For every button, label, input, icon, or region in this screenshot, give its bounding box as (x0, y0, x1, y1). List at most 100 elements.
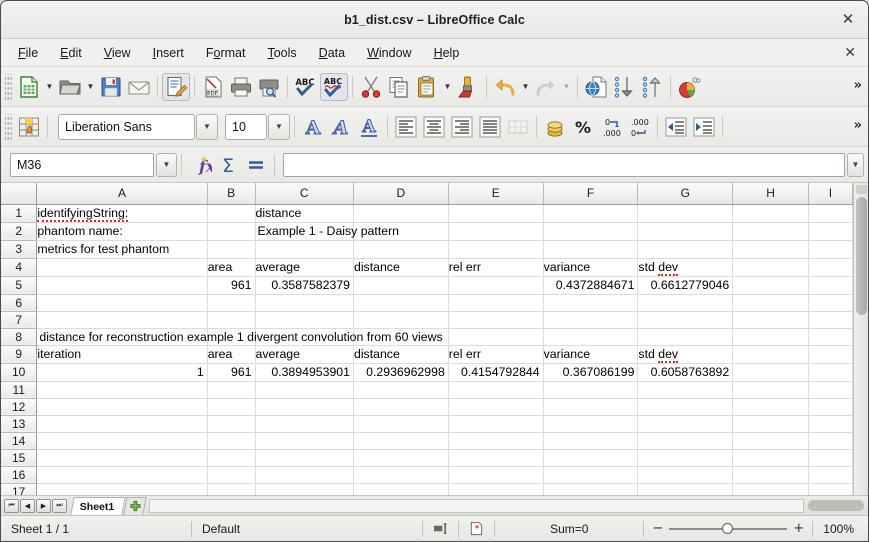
sum-button[interactable]: Σ (214, 152, 242, 178)
font-size-input[interactable]: 10 (225, 113, 267, 140)
row-header-14[interactable]: 14 (1, 432, 38, 450)
sheet-tab-sheet1[interactable]: Sheet1 (70, 496, 127, 515)
page-style-status[interactable]: Default (192, 516, 422, 542)
cell-E1[interactable] (448, 204, 544, 223)
cell-I11[interactable] (808, 381, 853, 399)
menu-data[interactable]: Data (308, 43, 356, 63)
cell-C10[interactable]: 0.3894953901 (255, 363, 354, 382)
cell-I6[interactable] (808, 294, 853, 312)
toolbar-grip[interactable] (5, 73, 12, 100)
row-header-6[interactable]: 6 (1, 294, 38, 312)
row-header-2[interactable]: 2 (1, 222, 38, 241)
column-header-b[interactable]: B (207, 183, 256, 205)
paste-button[interactable] (413, 73, 441, 101)
cell-H4[interactable] (732, 258, 809, 277)
format-percent-button[interactable]: % (569, 113, 597, 141)
undo-button[interactable] (491, 73, 519, 101)
delete-decimal-button[interactable]: .000 0 (625, 113, 653, 141)
cell-I1[interactable] (808, 204, 853, 223)
cell-C7[interactable] (255, 311, 354, 329)
cell-B13[interactable] (207, 415, 256, 433)
row-header-5[interactable]: 5 (1, 276, 38, 295)
cell-C13[interactable] (255, 415, 354, 433)
cell-G5[interactable]: 0.6612779046 (637, 276, 734, 295)
cell-I9[interactable] (808, 345, 853, 364)
cell-C4[interactable]: average (255, 258, 354, 277)
next-sheet-button[interactable]: ▶ (36, 498, 51, 513)
function-wizard-button[interactable]: fx (186, 152, 214, 178)
document-close-button[interactable]: ✕ (844, 45, 856, 61)
export-pdf-button[interactable]: PDF (199, 73, 227, 101)
cell-C9[interactable]: average (255, 345, 354, 364)
cell-E12[interactable] (448, 398, 544, 416)
cell-I4[interactable] (808, 258, 853, 277)
cell-B7[interactable] (207, 311, 256, 329)
row-header-12[interactable]: 12 (1, 398, 38, 416)
row-header-1[interactable]: 1 (1, 204, 38, 223)
cell-I3[interactable] (808, 240, 853, 259)
decrease-indent-button[interactable] (662, 113, 690, 141)
font-name-dropdown[interactable]: ▼ (196, 113, 218, 140)
paste-dropdown[interactable]: ▼ (441, 73, 454, 101)
cell-A15[interactable] (36, 449, 208, 467)
cell-E3[interactable] (448, 240, 544, 259)
cell-E11[interactable] (448, 381, 544, 399)
toolbar-grip[interactable] (5, 113, 12, 140)
cell-B1[interactable] (207, 204, 256, 223)
autospellcheck-button[interactable]: ABC (320, 72, 348, 101)
cell-D6[interactable] (353, 294, 449, 312)
cell-G4[interactable]: std dev (637, 258, 734, 277)
cell-F16[interactable] (543, 466, 639, 484)
cell-A14[interactable] (36, 432, 208, 450)
cell-I15[interactable] (808, 449, 853, 467)
cell-C1[interactable]: distance (255, 204, 354, 223)
cell-E7[interactable] (448, 311, 544, 329)
cell-C2[interactable]: Example 1 - Daisy pattern (255, 222, 399, 241)
cell-H8[interactable] (732, 328, 809, 346)
increase-indent-button[interactable] (690, 113, 718, 141)
clone-formatting-button[interactable] (454, 73, 482, 101)
insert-chart-button[interactable] (675, 73, 703, 101)
add-decimal-button[interactable]: 0 .000 (597, 113, 625, 141)
cell-F10[interactable]: 0.367086199 (543, 363, 639, 382)
row-header-7[interactable]: 7 (1, 311, 38, 329)
spelling-button[interactable]: ABC (292, 73, 320, 101)
print-preview-button[interactable] (255, 73, 283, 101)
cell-F12[interactable] (543, 398, 639, 416)
underline-button[interactable]: A (355, 113, 383, 141)
hyperlink-button[interactable] (582, 73, 610, 101)
undo-dropdown[interactable]: ▼ (519, 73, 532, 101)
cell-E15[interactable] (448, 449, 544, 467)
cell-A16[interactable] (36, 466, 208, 484)
cell-D10[interactable]: 0.2936962998 (353, 363, 449, 382)
cell-H6[interactable] (732, 294, 809, 312)
cell-F6[interactable] (543, 294, 639, 312)
cell-D4[interactable]: distance (353, 258, 449, 277)
cell-E8[interactable] (448, 328, 544, 346)
cell-H15[interactable] (732, 449, 809, 467)
zoom-in-button[interactable]: + (793, 522, 804, 535)
cell-C15[interactable] (255, 449, 354, 467)
column-header-f[interactable]: F (543, 183, 639, 205)
cell-B11[interactable] (207, 381, 256, 399)
cell-B5[interactable]: 961 (207, 276, 256, 295)
cell-D16[interactable] (353, 466, 449, 484)
cell-G12[interactable] (637, 398, 734, 416)
font-size-dropdown[interactable]: ▼ (268, 113, 290, 140)
cell-F5[interactable]: 0.4372884671 (543, 276, 639, 295)
sort-ascending-button[interactable] (638, 73, 666, 101)
menu-file[interactable]: File (7, 43, 49, 63)
cell-G16[interactable] (637, 466, 734, 484)
menu-help[interactable]: Help (423, 43, 471, 63)
cell-B9[interactable]: area (207, 345, 256, 364)
menu-edit[interactable]: Edit (49, 43, 93, 63)
cell-A13[interactable] (36, 415, 208, 433)
cell-A9[interactable]: iteration (36, 345, 208, 364)
cell-A11[interactable] (36, 381, 208, 399)
menu-format[interactable]: Format (195, 43, 257, 63)
bold-button[interactable]: A (299, 113, 327, 141)
column-header-c[interactable]: C (255, 183, 354, 205)
cell-F14[interactable] (543, 432, 639, 450)
redo-button[interactable] (532, 73, 560, 101)
row-header-4[interactable]: 4 (1, 258, 38, 277)
